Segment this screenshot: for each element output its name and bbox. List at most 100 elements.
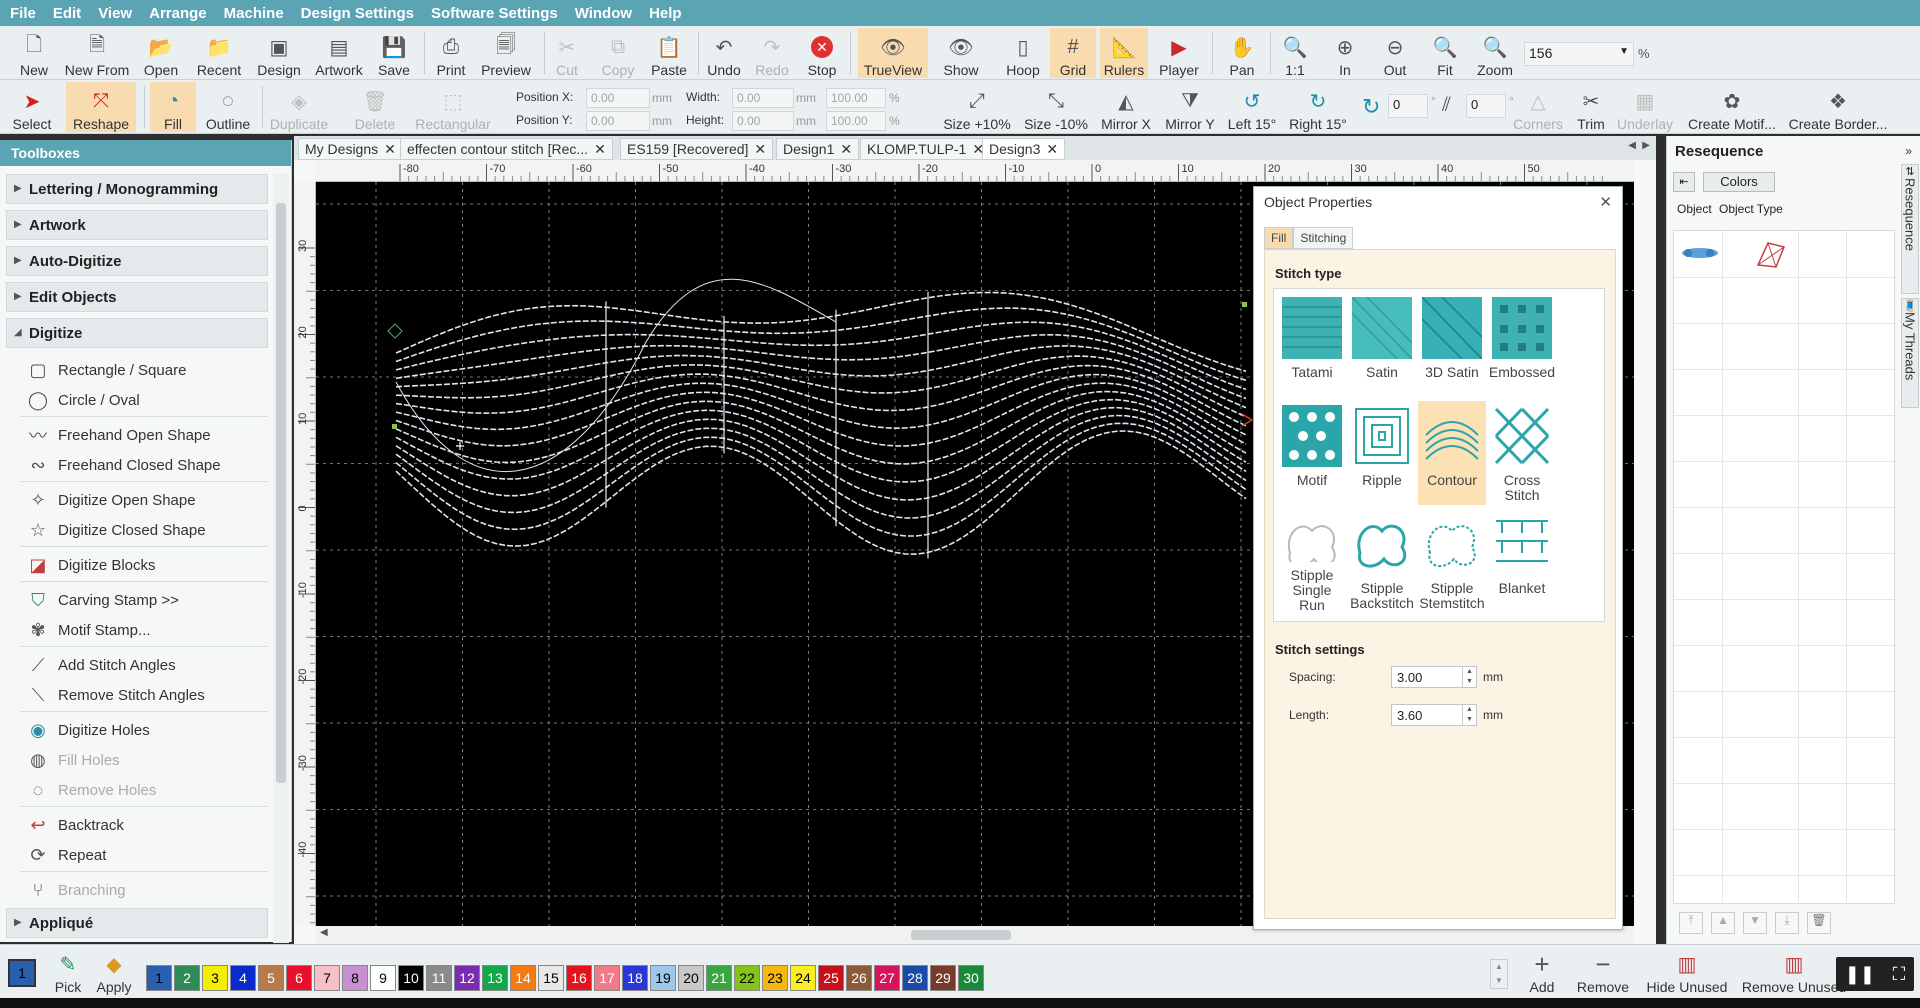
select-tool-button[interactable]: ➤ Select [8, 82, 56, 133]
mirror-x-button[interactable]: ◭ Mirror X [1096, 82, 1156, 133]
category-digitize[interactable]: ◢ Digitize [6, 318, 268, 348]
trueview-button[interactable]: 👁 TrueView [858, 28, 928, 78]
thread-swatch[interactable]: 9 [370, 965, 396, 991]
pan-button[interactable]: ✋ Pan [1222, 28, 1262, 79]
create-motif-button[interactable]: ✿ Create Motif... [1684, 82, 1780, 133]
width-percent-input[interactable]: 100.00 [826, 88, 886, 108]
print-button[interactable]: ⎙ Print [432, 28, 470, 79]
thread-swatch[interactable]: 7 [314, 965, 340, 991]
zoom-out-button[interactable]: ⊖ Out [1378, 28, 1412, 79]
player-button[interactable]: ▶ Player [1156, 28, 1202, 79]
spacing-input[interactable]: 3.00 ▲ ▼ [1391, 666, 1477, 688]
tool-remove-stitch-angles[interactable]: ⟍ Remove Stitch Angles [26, 682, 205, 708]
thread-swatch[interactable]: 14 [510, 965, 536, 991]
stitch-stipple-stemstitch[interactable]: Stipple Stemstitch [1418, 509, 1486, 613]
slant-angle-input[interactable]: 0 [1466, 94, 1506, 118]
close-icon[interactable]: ✕ [384, 141, 396, 157]
underlay-button[interactable]: ▦ Underlay [1614, 82, 1676, 133]
thread-swatch[interactable]: 3 [202, 965, 228, 991]
save-button[interactable]: 💾 Save [374, 28, 414, 79]
category-edit-objects[interactable]: ▶ Edit Objects [6, 282, 268, 312]
rotate-angle-input[interactable]: 0 [1388, 94, 1428, 118]
cut-button[interactable]: ✂ Cut [552, 28, 582, 79]
menu-arrange[interactable]: Arrange [149, 5, 207, 22]
thread-swatch[interactable]: 17 [594, 965, 620, 991]
outline-button[interactable]: ◌ Outline [202, 82, 254, 133]
tab-es159[interactable]: ES159 [Recovered] ✕ [620, 138, 774, 160]
spinner-arrows-icon[interactable]: ▲ ▼ [1462, 705, 1476, 725]
thread-swatch[interactable]: 29 [930, 965, 956, 991]
thread-swatch[interactable]: 11 [426, 965, 452, 991]
category-applique[interactable]: ▶ Appliqué [6, 908, 268, 938]
create-border-button[interactable]: ❖ Create Border... [1786, 82, 1890, 133]
tool-rectangle-square[interactable]: ▢ Rectangle / Square [26, 357, 186, 383]
zoom-button[interactable]: 🔍 Zoom [1474, 28, 1516, 79]
tab-klomp-tulp[interactable]: KLOMP.TULP-1 ✕ [860, 138, 992, 160]
palette-scroll-icon[interactable]: ▲ ▼ [1490, 959, 1508, 989]
undo-button[interactable]: ↶ Undo [704, 28, 744, 79]
scrollbar-thumb[interactable] [911, 930, 1011, 940]
category-artwork[interactable]: ▶ Artwork [6, 210, 268, 240]
show-button[interactable]: 👁 Show [936, 28, 986, 79]
thread-swatch[interactable]: 21 [706, 965, 732, 991]
close-icon[interactable]: ✕ [840, 141, 852, 157]
thread-swatch[interactable]: 15 [538, 965, 564, 991]
stitch-blanket[interactable]: Blanket [1488, 509, 1556, 613]
thread-swatch[interactable]: 25 [818, 965, 844, 991]
tool-fill-holes[interactable]: ◍ Fill Holes [26, 747, 120, 773]
current-color-swatch[interactable]: 1 [8, 959, 36, 987]
tool-freehand-open[interactable]: 〰 Freehand Open Shape [26, 422, 211, 448]
fit-button[interactable]: 🔍 Fit [1428, 28, 1462, 79]
stitch-stipple-single-run[interactable]: Stipple Single Run [1278, 509, 1346, 613]
thread-swatch[interactable]: 19 [650, 965, 676, 991]
apply-color-button[interactable]: ◆ Apply [92, 945, 136, 996]
spinner-arrows-icon[interactable]: ▲ ▼ [1462, 667, 1476, 687]
colors-button[interactable]: Colors [1703, 172, 1775, 192]
list-item[interactable] [1674, 231, 1896, 277]
stitch-embossed[interactable]: Embossed [1488, 293, 1556, 397]
close-icon[interactable]: ✕ [594, 141, 606, 157]
pick-color-button[interactable]: ✎ Pick [48, 945, 88, 996]
thread-swatch[interactable]: 5 [258, 965, 284, 991]
thread-swatch[interactable]: 16 [566, 965, 592, 991]
pause-icon[interactable]: ❚❚ [1845, 964, 1875, 985]
close-icon[interactable]: ✕ [1599, 193, 1612, 211]
category-lettering[interactable]: ▶ Lettering / Monogramming [6, 174, 268, 204]
tool-digitize-open[interactable]: ✧ Digitize Open Shape [26, 487, 195, 513]
stitch-contour[interactable]: Contour [1418, 401, 1486, 505]
toolboxes-scrollbar[interactable] [273, 173, 289, 943]
tab-design1[interactable]: Design1 ✕ [776, 138, 860, 160]
tool-digitize-blocks[interactable]: ◪ Digitize Blocks [26, 552, 155, 578]
thread-swatch[interactable]: 13 [482, 965, 508, 991]
video-overlay-controls[interactable]: ❚❚ ⛶ [1836, 957, 1914, 991]
rulers-button[interactable]: 📐 Rulers [1100, 28, 1148, 78]
rotate-left-15-button[interactable]: ↺ Left 15° [1222, 82, 1282, 133]
design-button[interactable]: ▣ Design [254, 28, 304, 79]
height-input[interactable]: 0.00 [732, 111, 794, 131]
collapse-icon[interactable]: ⇤ [1673, 172, 1695, 192]
tab-effecten-contour[interactable]: effecten contour stitch [Rec... ✕ [400, 138, 613, 160]
delete-button[interactable]: 🗑 Delete [350, 82, 400, 133]
remove-color-button[interactable]: − Remove [1574, 945, 1632, 996]
side-tab-resequence[interactable]: ⇅ Resequence [1901, 164, 1919, 294]
tool-circle-oval[interactable]: ◯ Circle / Oval [26, 387, 140, 413]
stitch-stipple-backstitch[interactable]: Stipple Backstitch [1348, 509, 1416, 613]
menu-design-settings[interactable]: Design Settings [301, 5, 414, 22]
width-input[interactable]: 0.00 [732, 88, 794, 108]
add-color-button[interactable]: + Add [1522, 945, 1562, 996]
tabs-scroll-left-icon[interactable]: ◀ [1628, 140, 1636, 151]
position-y-input[interactable]: 0.00 [586, 111, 650, 131]
tool-backtrack[interactable]: ↩ Backtrack [26, 812, 123, 838]
start-node-marker[interactable] [387, 323, 403, 339]
thread-swatch[interactable]: 4 [230, 965, 256, 991]
preview-button[interactable]: 🗐 Preview [476, 28, 536, 78]
zoom-1to1-button[interactable]: 🔍 1:1 [1278, 28, 1312, 79]
move-down-icon[interactable]: ▼ [1743, 912, 1767, 934]
hide-unused-button[interactable]: ▥ Hide Unused [1640, 945, 1734, 996]
menu-software-settings[interactable]: Software Settings [431, 5, 558, 22]
menu-help[interactable]: Help [649, 5, 682, 22]
tool-branching[interactable]: ⑂ Branching [26, 877, 126, 903]
panel-expand-icon[interactable]: » [1905, 144, 1912, 158]
stitch-cross[interactable]: Cross Stitch [1488, 401, 1556, 505]
tool-add-stitch-angles[interactable]: ⟋ Add Stitch Angles [26, 652, 176, 678]
